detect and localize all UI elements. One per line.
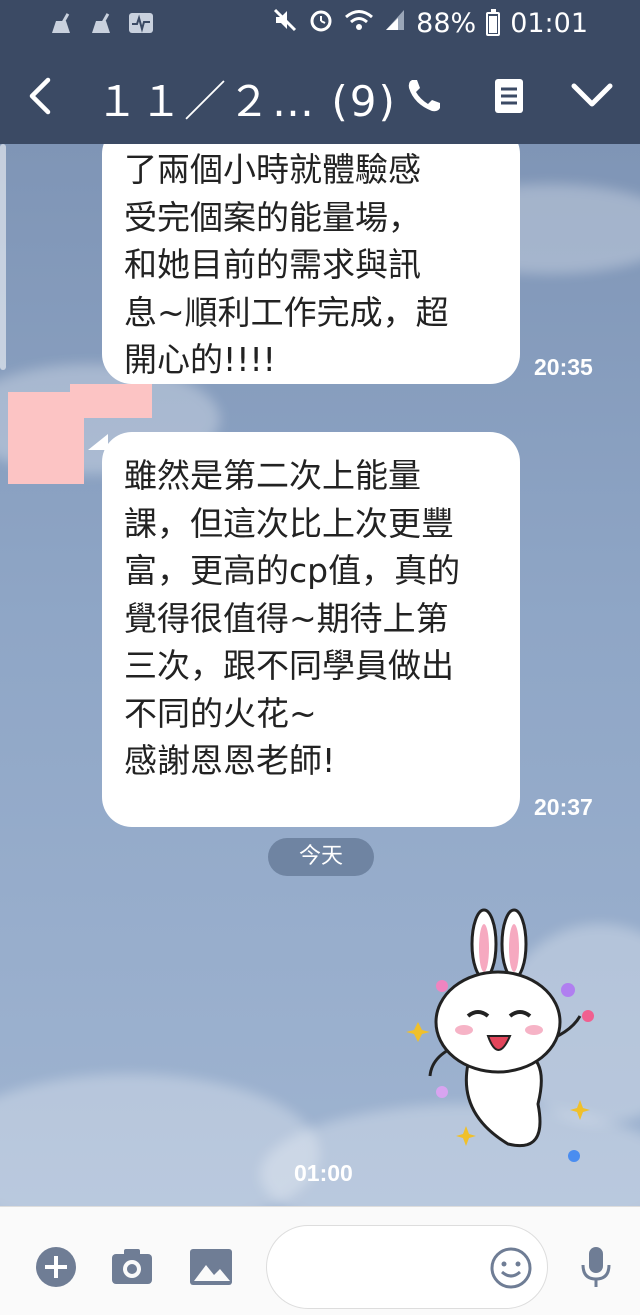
mute-icon <box>272 7 298 40</box>
message-line: 息~順利工作完成，超 <box>124 292 449 332</box>
microphone-icon[interactable] <box>574 1245 618 1289</box>
status-bar: 88% 01:01 <box>0 0 640 48</box>
chat-title[interactable]: １１／２… (9) <box>96 68 397 129</box>
image-icon[interactable] <box>188 1245 234 1289</box>
clean-icon <box>88 10 114 36</box>
date-separator: 今天 <box>268 838 374 876</box>
plus-icon[interactable] <box>34 1245 78 1289</box>
notes-icon[interactable] <box>488 74 532 118</box>
status-time: 01:01 <box>510 8 588 39</box>
wifi-icon <box>344 8 374 39</box>
message-line: 感謝恩恩老師! <box>124 741 336 780</box>
chevron-down-icon[interactable] <box>570 74 614 118</box>
message-line: 開心的!!!! <box>124 340 276 379</box>
back-icon[interactable] <box>24 74 60 118</box>
member-count: (9) <box>331 77 397 126</box>
message-line: 富，更高的cp值，真的 <box>124 551 461 590</box>
message-bubble[interactable]: 了兩個小時就體驗感 受完個案的能量場， 和她目前的需求與訊 息~順利工作完成，超… <box>102 144 520 384</box>
chat-area[interactable]: 了兩個小時就體驗感 受完個案的能量場， 和她目前的需求與訊 息~順利工作完成，超… <box>0 144 640 1206</box>
message-field[interactable] <box>266 1225 548 1309</box>
message-line: 受完個案的能量場， <box>124 197 421 237</box>
message-line: 和她目前的需求與訊 <box>124 245 421 284</box>
clean-icon <box>48 10 74 36</box>
message-line: 不同的火花~ <box>124 693 317 733</box>
battery-percent: 88% <box>416 8 477 39</box>
message-line: 覺得很值得~期待上第 <box>124 598 449 638</box>
scrollbar[interactable] <box>0 144 6 370</box>
alarm-icon <box>308 7 334 40</box>
message-time: 20:37 <box>534 794 593 820</box>
activity-icon <box>128 10 154 36</box>
bunny-sticker[interactable] <box>398 904 598 1166</box>
signal-icon <box>384 8 406 39</box>
battery-icon <box>486 8 501 36</box>
message-time: 01:00 <box>294 1160 353 1186</box>
message-line: 雖然是第二次上能量 <box>124 456 421 495</box>
message-time: 20:35 <box>534 354 593 380</box>
chat-header: １１／２… (9) <box>0 48 640 144</box>
message-bubble[interactable]: 雖然是第二次上能量 課，但這次比上次更豐 富，更高的cp值，真的 覺得很值得~期… <box>102 432 520 827</box>
message-line: 課，但這次比上次更豐 <box>124 503 454 543</box>
message-input[interactable] <box>287 1246 487 1290</box>
group-name: １１／２… <box>96 77 317 126</box>
emoji-icon[interactable] <box>489 1246 533 1290</box>
phone-icon[interactable] <box>402 74 446 118</box>
input-bar <box>0 1206 640 1315</box>
message-line: 了兩個小時就體驗感 <box>124 150 421 189</box>
message-line: 三次，跟不同學員做出 <box>124 646 454 685</box>
camera-icon[interactable] <box>110 1245 154 1289</box>
